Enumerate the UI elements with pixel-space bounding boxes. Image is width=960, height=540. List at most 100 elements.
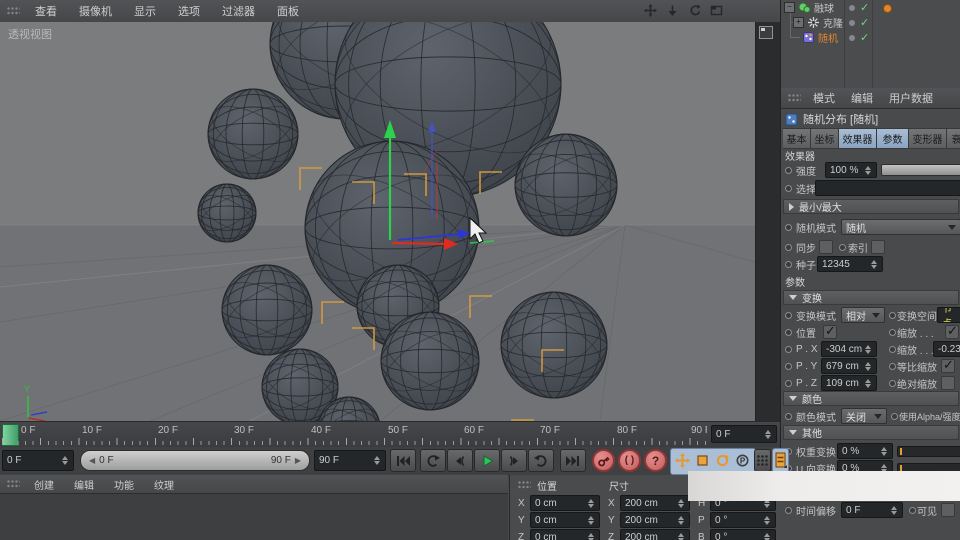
- attr-menu-mode[interactable]: 模式: [805, 90, 843, 106]
- keyframe-dot[interactable]: [839, 243, 846, 251]
- key-scale-button[interactable]: [693, 451, 712, 470]
- keyframe-dot[interactable]: [785, 260, 792, 268]
- play-button[interactable]: [474, 449, 500, 472]
- tab-basic[interactable]: 基本: [783, 128, 811, 149]
- visible-checkbox[interactable]: [941, 503, 955, 517]
- tag-dot-icon[interactable]: [883, 4, 892, 13]
- menu-filter[interactable]: 过滤器: [211, 3, 266, 19]
- key-position-button[interactable]: [673, 451, 692, 470]
- spinner[interactable]: [61, 455, 69, 466]
- expand-icon[interactable]: +: [793, 17, 804, 28]
- spinner[interactable]: [587, 532, 595, 540]
- drag-grip-icon[interactable]: [7, 479, 20, 489]
- spinner[interactable]: [864, 361, 872, 372]
- selection-field[interactable]: [815, 180, 960, 196]
- key-rotation-button[interactable]: [713, 451, 732, 470]
- keyframe-dot[interactable]: [785, 311, 792, 319]
- collapse-icon[interactable]: −: [784, 2, 795, 13]
- tab-deformer[interactable]: 变形器: [909, 128, 947, 149]
- keyframe-dot[interactable]: [889, 311, 896, 319]
- keyframe-selection-button[interactable]: ?: [644, 449, 667, 472]
- attr-menu-edit[interactable]: 编辑: [843, 90, 881, 106]
- object-label-selected[interactable]: 随机: [818, 30, 838, 45]
- tree-item-metaball[interactable]: − 融球: [784, 0, 834, 15]
- tab-effector[interactable]: 效果器: [839, 128, 877, 149]
- spinner[interactable]: [587, 498, 595, 509]
- panel-splitter[interactable]: [755, 22, 781, 421]
- pos-y-field[interactable]: 0 cm: [530, 512, 600, 528]
- object-label[interactable]: 融球: [814, 0, 834, 15]
- keyframe-dot[interactable]: [785, 166, 792, 174]
- viewport-canvas[interactable]: Y 透视视图: [0, 22, 755, 421]
- tree-item-random[interactable]: 随机: [802, 30, 838, 45]
- spinner[interactable]: [677, 515, 685, 526]
- current-frame-field[interactable]: 0 F: [2, 450, 74, 471]
- keyframe-dot[interactable]: [889, 362, 896, 370]
- pos-x-field[interactable]: 0 cm: [530, 495, 600, 511]
- keyframe-dot[interactable]: [785, 223, 792, 231]
- viewport-toggle-icon[interactable]: [710, 4, 723, 17]
- pos-z-field[interactable]: 0 cm: [530, 529, 600, 540]
- uniform-scale-checkbox[interactable]: [941, 357, 955, 373]
- viewport-dolly-icon[interactable]: [666, 4, 679, 17]
- play-forward-button[interactable]: [528, 449, 554, 472]
- transform-mode-dropdown[interactable]: 相对: [841, 307, 885, 323]
- keyframe-dot[interactable]: [889, 345, 896, 353]
- key-parameter-button[interactable]: P: [733, 451, 752, 470]
- menu-panel[interactable]: 面板: [266, 3, 310, 19]
- goto-end-button[interactable]: [560, 449, 586, 472]
- range-left-arrow-icon[interactable]: ◀: [89, 456, 95, 465]
- color-section-header[interactable]: 颜色: [783, 391, 959, 406]
- next-frame-button[interactable]: [501, 449, 527, 472]
- px-field[interactable]: -304 cm: [821, 341, 877, 357]
- viewport-move-icon[interactable]: [644, 4, 657, 17]
- enable-check-icon[interactable]: ✓: [860, 31, 869, 44]
- scale-value-field[interactable]: -0.23: [933, 341, 960, 357]
- color-mode-dropdown[interactable]: 关闭: [841, 408, 887, 424]
- preview-range-slider[interactable]: ◀ 0 F 90 F ▶: [80, 450, 310, 471]
- menu-options[interactable]: 选项: [167, 3, 211, 19]
- menu-create[interactable]: 创建: [24, 477, 64, 492]
- viewport-title[interactable]: 透视视图: [8, 26, 52, 42]
- strength-slider[interactable]: [881, 164, 960, 176]
- key-pla-button[interactable]: [754, 449, 771, 472]
- spinner[interactable]: [870, 259, 878, 270]
- seed-field[interactable]: 12345: [817, 256, 883, 272]
- detach-panel-icon[interactable]: [759, 26, 773, 39]
- keyframe-dot[interactable]: [785, 345, 792, 353]
- index-checkbox[interactable]: [871, 240, 885, 254]
- enable-check-icon[interactable]: ✓: [860, 1, 869, 14]
- spinner[interactable]: [880, 446, 888, 457]
- strength-field[interactable]: 100 %: [825, 162, 877, 178]
- drag-grip-icon[interactable]: [788, 93, 801, 103]
- ruler-track[interactable]: 0 F 10 F 20 F 30 F 40 F 50 F 60 F 70 F 8…: [0, 422, 707, 447]
- tab-parameters[interactable]: 参数: [877, 128, 909, 149]
- attr-menu-userdata[interactable]: 用户数据: [881, 90, 941, 106]
- size-z-field[interactable]: 200 cm: [620, 529, 690, 540]
- spinner[interactable]: [864, 378, 872, 389]
- keyframe-dot[interactable]: [785, 184, 792, 192]
- pz-field[interactable]: 109 cm: [821, 375, 877, 391]
- keyframe-dot[interactable]: [889, 379, 896, 387]
- size-y-field[interactable]: 200 cm: [620, 512, 690, 528]
- absolute-scale-checkbox[interactable]: [941, 376, 955, 390]
- menu-display[interactable]: 显示: [123, 3, 167, 19]
- menu-texture[interactable]: 纹理: [144, 477, 184, 492]
- previous-frame-button[interactable]: [447, 449, 473, 472]
- keyframe-dot[interactable]: [891, 412, 898, 420]
- end-frame-field[interactable]: 90 F: [314, 450, 386, 471]
- autokey-button[interactable]: ( ): [618, 449, 641, 472]
- tab-coordinates[interactable]: 坐标: [811, 128, 839, 149]
- position-checkbox[interactable]: [823, 323, 837, 339]
- ruler-frame-field[interactable]: 0 F: [711, 425, 777, 443]
- keyframe-dot[interactable]: [889, 328, 896, 336]
- random-mode-dropdown[interactable]: 随机: [841, 219, 960, 235]
- keyframe-dot[interactable]: [785, 362, 792, 370]
- other-section-header[interactable]: 其他: [783, 425, 959, 440]
- spinner[interactable]: [587, 515, 595, 526]
- spinner[interactable]: [677, 532, 685, 540]
- motion-clip-button[interactable]: [772, 448, 789, 473]
- record-keyframe-button[interactable]: [592, 449, 615, 472]
- x-axis-arrow[interactable]: [391, 241, 447, 246]
- viewport-rotate-icon[interactable]: [688, 4, 701, 17]
